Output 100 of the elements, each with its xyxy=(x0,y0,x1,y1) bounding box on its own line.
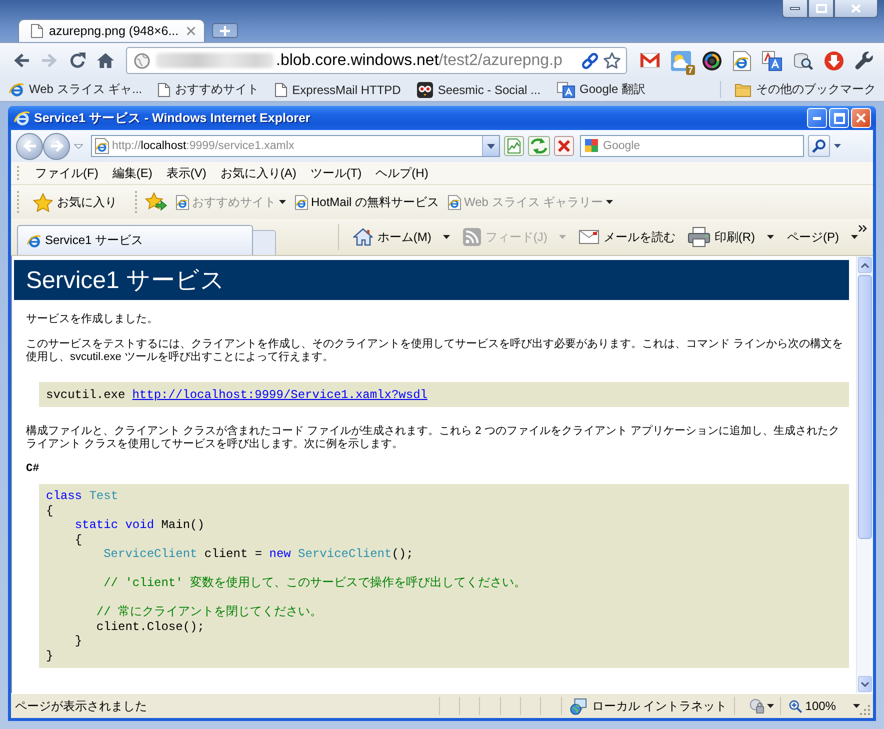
code-line: { xyxy=(46,504,54,518)
maximize-button[interactable] xyxy=(808,0,834,18)
address-field[interactable]: .blob.core.windows.net/test2/azurepng.p xyxy=(126,47,627,74)
close-icon[interactable] xyxy=(187,27,195,35)
link-icon[interactable] xyxy=(581,52,599,70)
star-icon[interactable] xyxy=(603,52,621,70)
page-tab[interactable]: Service1 サービス xyxy=(17,225,253,255)
read-mail-button[interactable]: メールを読む xyxy=(579,228,676,246)
other-bookmarks-folder[interactable]: その他のブックマーク xyxy=(720,81,876,98)
orbit-logo-icon xyxy=(14,110,30,126)
menu-item[interactable]: お気に入り(A) xyxy=(220,164,296,182)
status-paragraph: サービスを作成しました。 xyxy=(26,313,159,326)
paragraph: 構成ファイルと、クライアント クラスが含まれたコード ファイルが生成されます。これら 2 つのファイルをクライアント アプリケーションに追加し、生成されたクライアント クラスを使用してサービスを呼び出します。次に例を示します。 xyxy=(26,425,840,451)
magnifier-icon[interactable] xyxy=(793,50,813,70)
folder-icon xyxy=(735,82,751,96)
close-button[interactable] xyxy=(834,0,878,18)
new-tab-button[interactable] xyxy=(212,23,238,38)
bookmark-link[interactable]: Web スライス ギャ... xyxy=(9,81,142,98)
code-line: static void Main() xyxy=(74,518,204,532)
lens-icon[interactable] xyxy=(702,50,722,70)
address-field[interactable]: http://localhost:9999/service1.xamlx xyxy=(91,135,500,157)
page-menu-button[interactable]: ページ(P) xyxy=(787,228,858,246)
command-text: svcutil.exe xyxy=(46,388,126,402)
wsdl-link[interactable]: http://localhost:9999/Service1.xamlx?wsdl xyxy=(132,388,428,402)
caret-icon xyxy=(767,704,774,708)
code-line: } xyxy=(74,634,82,648)
menu-item[interactable]: ヘルプ(H) xyxy=(376,164,428,182)
menu-item[interactable]: 表示(V) xyxy=(166,164,206,182)
bookmark-link[interactable]: おすすめサイト xyxy=(158,81,260,98)
page-icon xyxy=(31,24,43,38)
page-logo-icon[interactable] xyxy=(733,50,751,70)
star-icon xyxy=(33,192,53,212)
globe-icon xyxy=(134,52,150,68)
page-icon xyxy=(275,82,288,96)
bookmark-link[interactable]: ExpressMail HTTPD xyxy=(275,82,401,96)
translate-icon xyxy=(556,82,575,98)
window-title: Service1 サービス - Windows Internet Explorer xyxy=(34,110,310,126)
page-logo-icon xyxy=(448,194,462,210)
home-button[interactable]: ホーム(M) xyxy=(353,228,450,246)
zone-text: ローカル イントラネット xyxy=(592,698,728,714)
feed-icon xyxy=(463,228,482,246)
more-chevron-icon[interactable] xyxy=(858,225,867,232)
caret-icon[interactable] xyxy=(834,144,841,148)
lock-icon xyxy=(749,698,764,714)
close-icon xyxy=(851,4,861,13)
page-chart-icon[interactable] xyxy=(504,136,524,156)
page-icon xyxy=(158,82,170,96)
menu-item[interactable]: 編集(E) xyxy=(112,164,152,182)
translate-icon[interactable] xyxy=(762,50,782,70)
code-line: // 'client' 変数を使用して、このサービスで操作を呼び出してください。 xyxy=(104,576,526,590)
bookmark-link[interactable]: Google 翻訳 xyxy=(556,81,646,98)
scroll-up-button[interactable] xyxy=(858,257,872,273)
code-line: class Test xyxy=(46,489,118,504)
home-icon[interactable] xyxy=(97,52,114,69)
language-label: C# xyxy=(26,463,40,476)
reload-icon[interactable] xyxy=(69,52,86,69)
maximize-icon xyxy=(816,4,826,13)
zoom-button[interactable]: 100% xyxy=(780,697,860,715)
mail-envelope-icon[interactable] xyxy=(640,53,660,68)
favorites-button[interactable]: お気に入り xyxy=(27,192,129,212)
favorite-link[interactable]: HotMail の無料サービス xyxy=(295,194,440,210)
print-button[interactable]: 印刷(R) xyxy=(688,227,774,247)
scroll-down-button[interactable] xyxy=(858,676,872,692)
minimize-button[interactable] xyxy=(782,0,808,18)
owl-icon xyxy=(416,82,433,98)
menu-item[interactable]: ツール(T) xyxy=(310,164,362,182)
code-line: } xyxy=(46,648,54,663)
stop-icon[interactable] xyxy=(554,136,574,156)
address-dropdown-button[interactable] xyxy=(482,136,499,156)
bookmark-link[interactable]: Seesmic - Social ... xyxy=(416,82,541,98)
browser-tab[interactable]: azurepng.png (948×6... xyxy=(18,19,205,42)
page-heading: Service1 サービス xyxy=(14,260,849,300)
caret-icon[interactable] xyxy=(74,144,83,148)
printer-icon xyxy=(688,227,710,247)
caret-icon xyxy=(487,144,495,148)
forward-button[interactable] xyxy=(43,132,70,160)
forward-arrow-icon xyxy=(50,140,64,152)
code-line: ServiceClient client = new ServiceClient(); xyxy=(104,547,414,562)
back-button[interactable] xyxy=(16,132,43,160)
star-arrow-icon[interactable] xyxy=(145,192,167,212)
plus-icon xyxy=(220,26,230,36)
code-line: client.Close(); xyxy=(96,620,204,634)
resize-grip-icon[interactable] xyxy=(860,705,871,716)
minimize-icon xyxy=(813,116,821,120)
search-field[interactable]: Google xyxy=(580,135,804,157)
scrollbar-thumb[interactable] xyxy=(858,275,872,539)
code-line: // 常にクライアントを閉じてください。 xyxy=(96,605,322,620)
code-line: { xyxy=(74,532,82,547)
maximize-icon xyxy=(834,112,844,124)
back-arrow-icon[interactable] xyxy=(13,52,30,69)
menu-item[interactable]: ファイル(F) xyxy=(35,164,98,182)
orbit-logo-icon xyxy=(27,234,41,248)
zone-icon xyxy=(570,698,587,714)
down-arrow-circle-icon[interactable] xyxy=(824,50,844,70)
refresh-icon[interactable] xyxy=(528,136,550,156)
paragraph: このサービスをテストするには、クライアントを作成し、そのクライアントを使用してサービスを呼び出す必要があります。これは、コマンド ラインから次の構文を使用し、svcutil.exe ツールを呼び出すことによって行えます。 xyxy=(26,338,844,364)
back-arrow-icon xyxy=(22,140,36,152)
wrench-icon[interactable] xyxy=(855,51,874,70)
close-icon xyxy=(856,113,866,123)
search-button[interactable] xyxy=(808,135,830,157)
